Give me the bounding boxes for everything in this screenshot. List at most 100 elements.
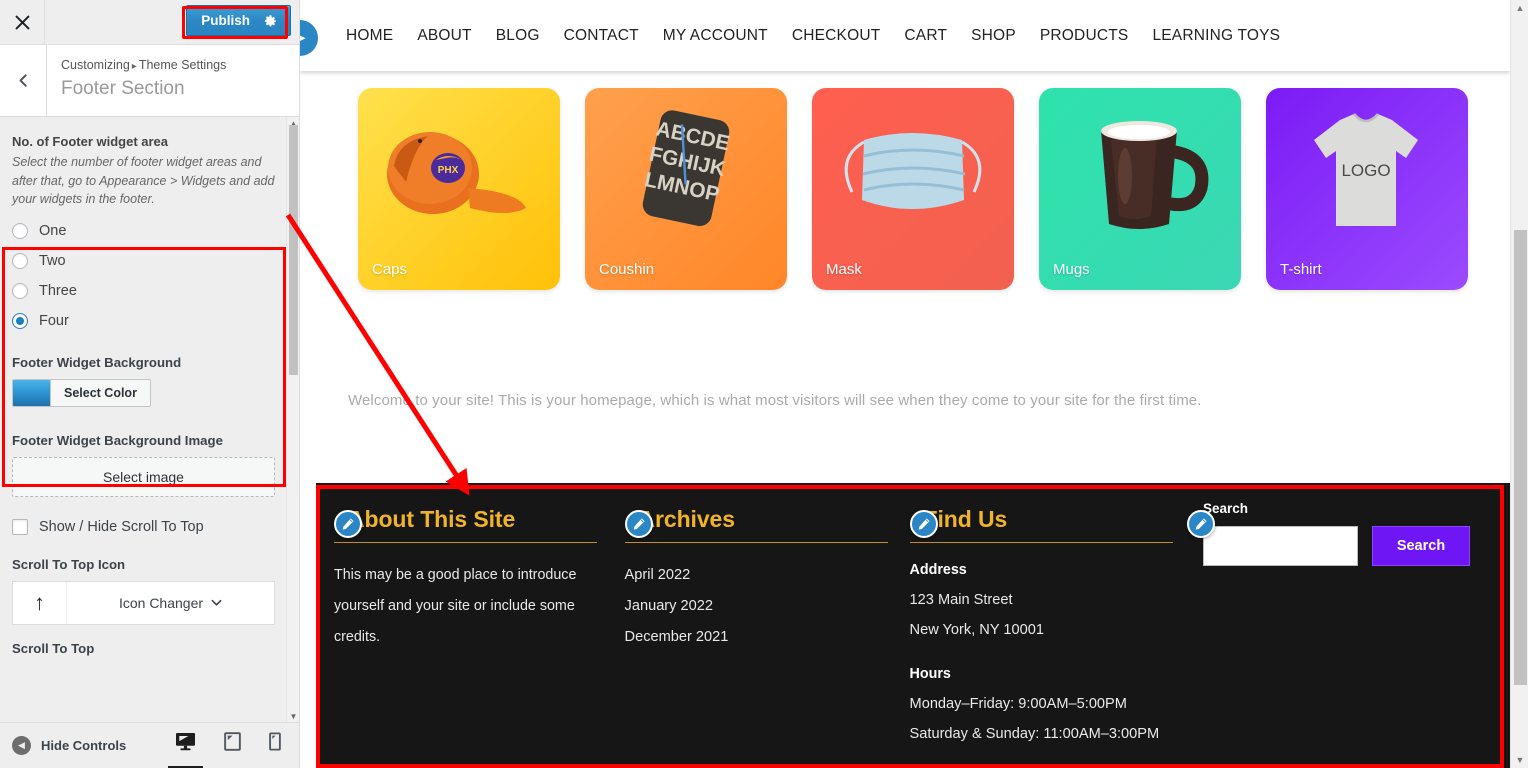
panel-titles: Customizing ▸ Theme Settings Footer Sectio… xyxy=(47,45,240,116)
radio-option-four[interactable]: Four xyxy=(12,312,275,329)
preview-scrollbar[interactable]: ▲ ▼ xyxy=(1510,0,1528,768)
breadcrumb-root[interactable]: Customizing xyxy=(61,58,130,72)
site-logo-icon[interactable]: ➤ xyxy=(300,20,318,56)
select-image-label: Select image xyxy=(103,468,184,485)
control-title-scroll-to-top: Scroll To Top xyxy=(12,640,95,656)
hours-heading: Hours xyxy=(909,666,951,682)
edit-widget-button-archives[interactable] xyxy=(624,510,653,538)
gear-icon[interactable] xyxy=(264,14,278,28)
device-mobile-button[interactable] xyxy=(269,732,281,759)
breadcrumb-parent[interactable]: Theme Settings xyxy=(139,58,227,72)
control-scroll-to-top-icon: Scroll To Top Icon ↑ Icon Changer xyxy=(0,557,287,625)
search-submit-button[interactable]: Search xyxy=(1372,526,1470,566)
sidebar-scrollbar[interactable]: ▲ ▼ xyxy=(286,117,299,722)
radio-input-two[interactable] xyxy=(12,252,28,269)
edit-widget-button-about[interactable] xyxy=(334,510,362,538)
site-header: ➤ HOME ABOUT BLOG CONTACT MY ACCOUNT CHE… xyxy=(300,0,1510,71)
search-widget-label: Search xyxy=(1203,501,1249,516)
device-tablet-button[interactable] xyxy=(224,732,241,759)
checkbox-label-scroll-to-top: Show / Hide Scroll To Top xyxy=(39,518,204,535)
radio-input-one[interactable] xyxy=(12,222,28,239)
tshirt-image: LOGO xyxy=(1314,113,1418,226)
checkbox-row-scroll-to-top[interactable]: Show / Hide Scroll To Top xyxy=(12,518,275,535)
category-card-label: Mugs xyxy=(1053,261,1090,278)
footer-widget-archives: Archives April 2022 January 2022 Decembe… xyxy=(624,505,910,768)
category-card-mask[interactable]: Mask xyxy=(812,88,1014,290)
checkbox-show-hide-scroll-to-top[interactable] xyxy=(12,518,28,535)
chevron-left-icon xyxy=(19,74,27,87)
footer-widget-body: Address 123 Main Street New York, NY 100… xyxy=(910,555,1181,749)
primary-navigation: HOME ABOUT BLOG CONTACT MY ACCOUNT CHECK… xyxy=(300,27,1292,45)
mobile-icon xyxy=(269,732,281,751)
category-card-coushin[interactable]: ABCDE FGHIJK LMNOP Coushin xyxy=(585,88,787,290)
device-desktop-button[interactable] xyxy=(168,732,203,768)
category-card-label: Caps xyxy=(372,261,408,278)
color-picker-button[interactable]: Select Color xyxy=(12,378,151,407)
footer-widget-body: April 2022 January 2022 December 2021 xyxy=(625,560,888,653)
footer-widget-about: About This Site This may be a good place… xyxy=(334,505,625,768)
edit-widget-button-search[interactable] xyxy=(1187,510,1215,538)
icon-changer-text: Icon Changer xyxy=(67,595,274,611)
arrow-up-icon: ↑ xyxy=(34,589,45,615)
radio-input-four[interactable] xyxy=(12,312,28,329)
publish-button[interactable]: Publish xyxy=(186,5,291,36)
pencil-icon xyxy=(1195,518,1207,530)
sidebar-scrollbar-thumb[interactable] xyxy=(289,125,298,375)
nav-item-shop[interactable]: SHOP xyxy=(959,27,1028,45)
category-card-tshirt[interactable]: LOGO T-shirt xyxy=(1266,88,1468,290)
control-footer-widget-background-image: Footer Widget Background Image Select im… xyxy=(0,433,287,497)
back-button[interactable] xyxy=(0,45,47,116)
preview-scrollbar-thumb[interactable] xyxy=(1514,230,1527,685)
svg-text:PHX: PHX xyxy=(438,165,459,176)
publish-button-label: Publish xyxy=(201,13,250,28)
icon-changer-dropdown[interactable]: ↑ Icon Changer xyxy=(12,580,275,625)
nav-item-blog[interactable]: BLOG xyxy=(484,27,552,45)
scroll-down-arrow-icon[interactable]: ▼ xyxy=(287,710,299,722)
archive-link-january-2022[interactable]: January 2022 xyxy=(625,591,888,622)
product-category-cards: PHX Caps ABCDE FGHIJK LMNOP Coushin Mask… xyxy=(358,88,1468,290)
radio-input-three[interactable] xyxy=(12,282,28,299)
category-card-label: T-shirt xyxy=(1280,261,1322,278)
nav-item-my-account[interactable]: MY ACCOUNT xyxy=(651,27,780,45)
radio-option-two[interactable]: Two xyxy=(12,252,275,269)
search-input[interactable] xyxy=(1203,526,1358,566)
nav-item-home[interactable]: HOME xyxy=(334,27,405,45)
control-title-widget-bg: Footer Widget Background xyxy=(12,354,182,370)
homepage-welcome-text: Welcome to your site! This is your homep… xyxy=(348,392,1202,409)
archive-link-december-2021[interactable]: December 2021 xyxy=(625,622,888,653)
preview-scroll-up-arrow-icon[interactable]: ▲ xyxy=(1511,0,1528,16)
preview-scroll-down-arrow-icon[interactable]: ▼ xyxy=(1511,752,1528,768)
icon-changer-label: Icon Changer xyxy=(118,594,204,611)
category-card-label: Mask xyxy=(826,261,862,278)
hide-controls-button[interactable]: ◀ Hide Controls xyxy=(12,736,126,755)
pencil-icon xyxy=(342,518,354,530)
address-line-2: New York, NY 10001 xyxy=(909,622,1044,638)
edit-widget-button-find-us[interactable] xyxy=(909,510,938,538)
close-customizer-button[interactable] xyxy=(0,0,45,44)
select-image-button[interactable]: Select image xyxy=(12,456,275,497)
mask-image xyxy=(844,133,982,209)
radio-label-four: Four xyxy=(39,312,69,329)
nav-item-contact[interactable]: CONTACT xyxy=(552,27,651,45)
nav-item-learning-toys[interactable]: LEARNING TOYS xyxy=(1140,27,1292,45)
archive-link-april-2022[interactable]: April 2022 xyxy=(625,560,888,591)
control-title: No. of Footer widget area xyxy=(12,134,169,149)
address-heading: Address xyxy=(909,562,967,578)
nav-item-products[interactable]: PRODUCTS xyxy=(1028,27,1141,45)
customizer-controls-body: No. of Footer widget area Select the num… xyxy=(0,117,299,722)
pencil-icon xyxy=(633,518,645,530)
radio-option-one[interactable]: One xyxy=(12,222,275,239)
nav-item-checkout[interactable]: CHECKOUT xyxy=(780,27,893,45)
radio-label-two: Two xyxy=(39,252,66,269)
customizer-screen: Publish Customizing ▸ Theme Settings Foo… xyxy=(0,0,1528,768)
category-card-mugs[interactable]: Mugs xyxy=(1039,88,1241,290)
svg-text:LOGO: LOGO xyxy=(1341,161,1390,180)
color-swatch xyxy=(13,379,51,406)
category-card-caps[interactable]: PHX Caps xyxy=(358,88,560,290)
close-icon xyxy=(15,15,29,29)
nav-item-cart[interactable]: CART xyxy=(892,27,959,45)
customizer-footer-bar: ◀ Hide Controls xyxy=(0,722,299,768)
page-title: Footer Section xyxy=(61,78,185,99)
nav-item-about[interactable]: ABOUT xyxy=(405,27,483,45)
radio-option-three[interactable]: Three xyxy=(12,282,275,299)
